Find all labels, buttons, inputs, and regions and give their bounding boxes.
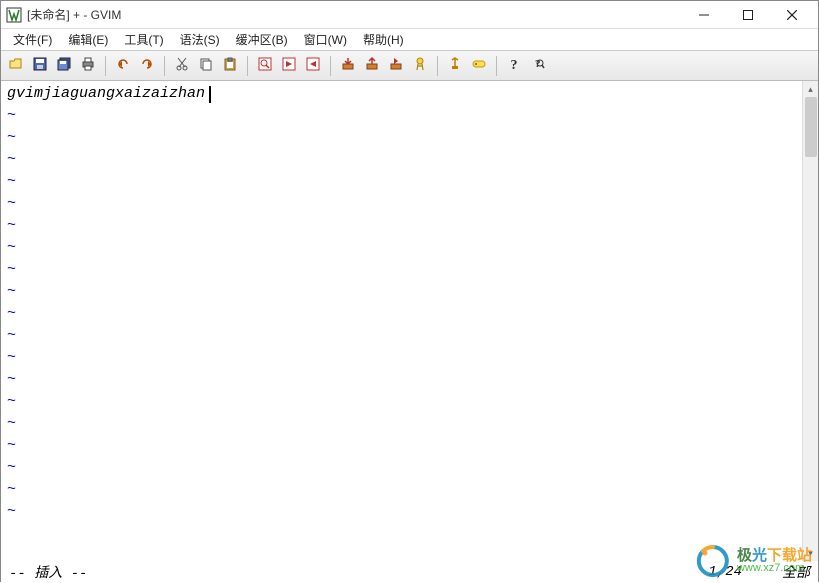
- titlebar: [未命名] + - GVIM: [1, 1, 818, 29]
- findprev-icon: [305, 56, 321, 75]
- window-title: [未命名] + - GVIM: [27, 6, 121, 23]
- toolbar-separator: [164, 56, 165, 76]
- runscript-button[interactable]: [385, 55, 407, 77]
- save-button[interactable]: [29, 55, 51, 77]
- empty-line-marker: ~: [7, 105, 796, 127]
- findnext-button[interactable]: [278, 55, 300, 77]
- maximize-button[interactable]: [726, 1, 770, 29]
- findnext-icon: [281, 56, 297, 75]
- paste-icon: [222, 56, 238, 75]
- loadsession-icon: [340, 56, 356, 75]
- empty-line-marker: ~: [7, 215, 796, 237]
- toolbar-separator: [247, 56, 248, 76]
- tagjump-button[interactable]: [444, 55, 466, 77]
- scroll-up-button[interactable]: ▴: [803, 81, 818, 97]
- statusbar: -- 插入 -- 1,24 全部: [1, 561, 818, 583]
- scroll-down-button[interactable]: ▾: [803, 545, 818, 561]
- open-button[interactable]: [5, 55, 27, 77]
- empty-line-marker: ~: [7, 347, 796, 369]
- status-scroll: 全部: [782, 562, 810, 582]
- empty-line-marker: ~: [7, 435, 796, 457]
- status-position: 1,24: [708, 564, 742, 580]
- empty-line-marker: ~: [7, 457, 796, 479]
- editor-content: gvimjiaguangxaizaizhan: [7, 83, 205, 105]
- empty-line-marker: ~: [7, 325, 796, 347]
- redo-button[interactable]: [136, 55, 158, 77]
- empty-line-marker: ~: [7, 281, 796, 303]
- svg-text:?: ?: [511, 58, 518, 72]
- empty-line-marker: ~: [7, 127, 796, 149]
- editor-area[interactable]: gvimjiaguangxaizaizhan ~~~~~~~~~~~~~~~~~…: [1, 81, 802, 561]
- makectags-button[interactable]: [409, 55, 431, 77]
- redo-icon: [139, 56, 155, 75]
- savesession-button[interactable]: [361, 55, 383, 77]
- tagback-button[interactable]: [468, 55, 490, 77]
- menu-syntax[interactable]: 语法(S): [172, 29, 228, 50]
- print-button[interactable]: [77, 55, 99, 77]
- cut-button[interactable]: [171, 55, 193, 77]
- empty-line-marker: ~: [7, 237, 796, 259]
- text-cursor: [209, 86, 211, 103]
- runscript-icon: [388, 56, 404, 75]
- menu-tools[interactable]: 工具(T): [116, 29, 171, 50]
- empty-line-marker: ~: [7, 193, 796, 215]
- minimize-button[interactable]: [682, 1, 726, 29]
- loadsession-button[interactable]: [337, 55, 359, 77]
- paste-button[interactable]: [219, 55, 241, 77]
- open-icon: [8, 56, 24, 75]
- findprev-button[interactable]: [302, 55, 324, 77]
- empty-line-marker: ~: [7, 369, 796, 391]
- searchhelp-button[interactable]: ?: [527, 55, 549, 77]
- toolbar: ? ?: [1, 51, 818, 81]
- status-mode: -- 插入 --: [9, 562, 87, 582]
- menubar: 文件(F) 编辑(E) 工具(T) 语法(S) 缓冲区(B) 窗口(W) 帮助(…: [1, 29, 818, 51]
- close-button[interactable]: [770, 1, 814, 29]
- toolbar-separator: [437, 56, 438, 76]
- app-icon: [5, 6, 23, 24]
- empty-line-marker: ~: [7, 171, 796, 193]
- tagjump-icon: [447, 56, 463, 75]
- empty-line-marker: ~: [7, 413, 796, 435]
- menu-buffers[interactable]: 缓冲区(B): [228, 29, 296, 50]
- empty-line-marker: ~: [7, 149, 796, 171]
- empty-line-marker: ~: [7, 501, 796, 523]
- find-icon: [257, 56, 273, 75]
- help-button[interactable]: ?: [503, 55, 525, 77]
- help-icon: ?: [506, 56, 522, 75]
- saveall-icon: [56, 56, 72, 75]
- saveall-button[interactable]: [53, 55, 75, 77]
- find-button[interactable]: [254, 55, 276, 77]
- undo-icon: [115, 56, 131, 75]
- menu-edit[interactable]: 编辑(E): [60, 29, 116, 50]
- vertical-scrollbar[interactable]: ▴ ▾: [802, 81, 818, 561]
- empty-line-marker: ~: [7, 391, 796, 413]
- tagback-icon: [471, 56, 487, 75]
- print-icon: [80, 56, 96, 75]
- makectags-icon: [412, 56, 428, 75]
- save-icon: [32, 56, 48, 75]
- toolbar-separator: [105, 56, 106, 76]
- savesession-icon: [364, 56, 380, 75]
- scroll-thumb[interactable]: [805, 97, 817, 157]
- searchhelp-icon: ?: [530, 56, 546, 75]
- menu-help[interactable]: 帮助(H): [355, 29, 412, 50]
- empty-line-marker: ~: [7, 259, 796, 281]
- toolbar-separator: [496, 56, 497, 76]
- empty-line-marker: ~: [7, 479, 796, 501]
- menu-file[interactable]: 文件(F): [5, 29, 60, 50]
- menu-window[interactable]: 窗口(W): [296, 29, 355, 50]
- empty-line-marker: ~: [7, 303, 796, 325]
- cut-icon: [174, 56, 190, 75]
- undo-button[interactable]: [112, 55, 134, 77]
- toolbar-separator: [330, 56, 331, 76]
- copy-icon: [198, 56, 214, 75]
- copy-button[interactable]: [195, 55, 217, 77]
